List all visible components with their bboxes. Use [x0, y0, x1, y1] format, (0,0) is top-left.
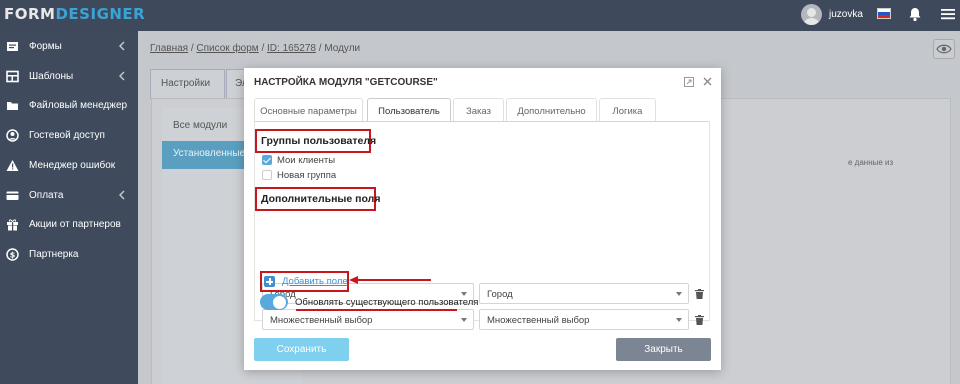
tab-order[interactable]: Заказ [453, 98, 504, 121]
update-user-toggle[interactable] [260, 294, 288, 310]
eye-icon [936, 44, 952, 54]
breadcrumb-home[interactable]: Главная [150, 43, 188, 54]
tab-user[interactable]: Пользователь [367, 98, 451, 121]
plus-icon[interactable] [264, 276, 275, 287]
bell-icon[interactable] [907, 6, 923, 22]
credit-card-icon [6, 191, 19, 200]
preview-button[interactable] [933, 39, 955, 59]
chevron-left-icon [119, 71, 125, 81]
breadcrumb: Главная / Список форм / ID: 165278 / Мод… [150, 43, 361, 54]
checkbox-label: Мои клиенты [277, 155, 336, 166]
module-settings-modal: НАСТРОЙКА МОДУЛЯ "GETCOURSE" Основные па… [244, 68, 721, 370]
save-button[interactable]: Сохранить [254, 338, 349, 361]
tab-logic[interactable]: Логика [599, 98, 656, 121]
add-field-link[interactable]: Добавить поле [282, 276, 348, 287]
background-text: е данные из [848, 158, 894, 167]
chevron-left-icon [119, 190, 125, 200]
update-user-label: Обновлять существующего пользователя [295, 297, 479, 308]
sidebar-item-label: Шаблоны [29, 71, 74, 82]
field-select-right[interactable]: Множественный выбор [479, 309, 689, 330]
groups-heading: Группы пользователя [261, 135, 377, 147]
sidebar-item-templates[interactable]: Шаблоны [0, 62, 138, 92]
username[interactable]: juzovka [829, 9, 863, 20]
sidebar-item-affiliate[interactable]: $ Партнерка [0, 240, 138, 270]
folder-icon [7, 102, 18, 110]
top-bar: FORMDESIGNER juzovka [0, 0, 960, 31]
tab-additional[interactable]: Дополнительно [506, 98, 597, 121]
sidebar: Формы Шаблоны Файловый менеджер Гостевой… [0, 31, 138, 384]
logo[interactable]: FORMDESIGNER [4, 5, 145, 23]
avatar[interactable] [801, 4, 822, 25]
tab-settings[interactable]: Настройки [150, 69, 225, 99]
breadcrumb-forms-list[interactable]: Список форм [196, 43, 258, 54]
underline-annotation [296, 309, 457, 311]
sidebar-item-partner-promos[interactable]: Акции от партнеров [0, 210, 138, 240]
trash-icon[interactable] [695, 289, 704, 299]
breadcrumb-current: Модули [324, 43, 361, 54]
sidebar-item-payment[interactable]: Оплата [0, 181, 138, 211]
forms-icon [7, 42, 18, 51]
templates-icon [6, 70, 19, 83]
close-button[interactable]: Закрыть [616, 338, 711, 361]
sidebar-item-label: Оплата [29, 190, 64, 201]
checkbox-new-group[interactable] [262, 170, 272, 180]
sidebar-item-label: Файловый менеджер [29, 100, 128, 111]
arrow-annotation [349, 276, 431, 284]
trash-icon[interactable] [695, 315, 704, 325]
checkbox-my-clients[interactable] [262, 155, 272, 165]
sidebar-item-label: Партнерка [29, 249, 79, 260]
close-icon[interactable] [702, 76, 713, 87]
svg-text:$: $ [10, 251, 16, 260]
sidebar-item-label: Гостевой доступ [29, 130, 105, 141]
chevron-left-icon [119, 41, 125, 51]
sidebar-item-error-manager[interactable]: Менеджер ошибок [0, 151, 138, 181]
breadcrumb-form-id[interactable]: ID: 165278 [267, 43, 316, 54]
menu-icon[interactable] [940, 6, 956, 22]
sidebar-item-label: Менеджер ошибок [29, 160, 116, 171]
sidebar-item-forms[interactable]: Формы [0, 32, 138, 62]
modal-title: НАСТРОЙКА МОДУЛЯ "GETCOURSE" [254, 77, 438, 88]
expand-icon[interactable] [684, 77, 694, 87]
sidebar-item-label: Акции от партнеров [29, 219, 121, 230]
sidebar-item-guest-access[interactable]: Гостевой доступ [0, 121, 138, 151]
checkbox-label: Новая группа [277, 170, 337, 181]
sidebar-item-file-manager[interactable]: Файловый менеджер [0, 91, 138, 121]
warning-icon [6, 160, 19, 171]
fields-heading: Дополнительные поля [261, 193, 381, 205]
language-flag-icon[interactable] [877, 8, 891, 19]
user-circle-icon [6, 129, 19, 142]
field-select-right[interactable]: Город [479, 283, 689, 304]
sidebar-item-label: Формы [29, 41, 62, 52]
field-select-left[interactable]: Множественный выбор [262, 309, 474, 330]
dollar-icon: $ [6, 248, 19, 261]
tab-main-params[interactable]: Основные параметры [254, 98, 363, 121]
gift-icon [7, 219, 18, 231]
